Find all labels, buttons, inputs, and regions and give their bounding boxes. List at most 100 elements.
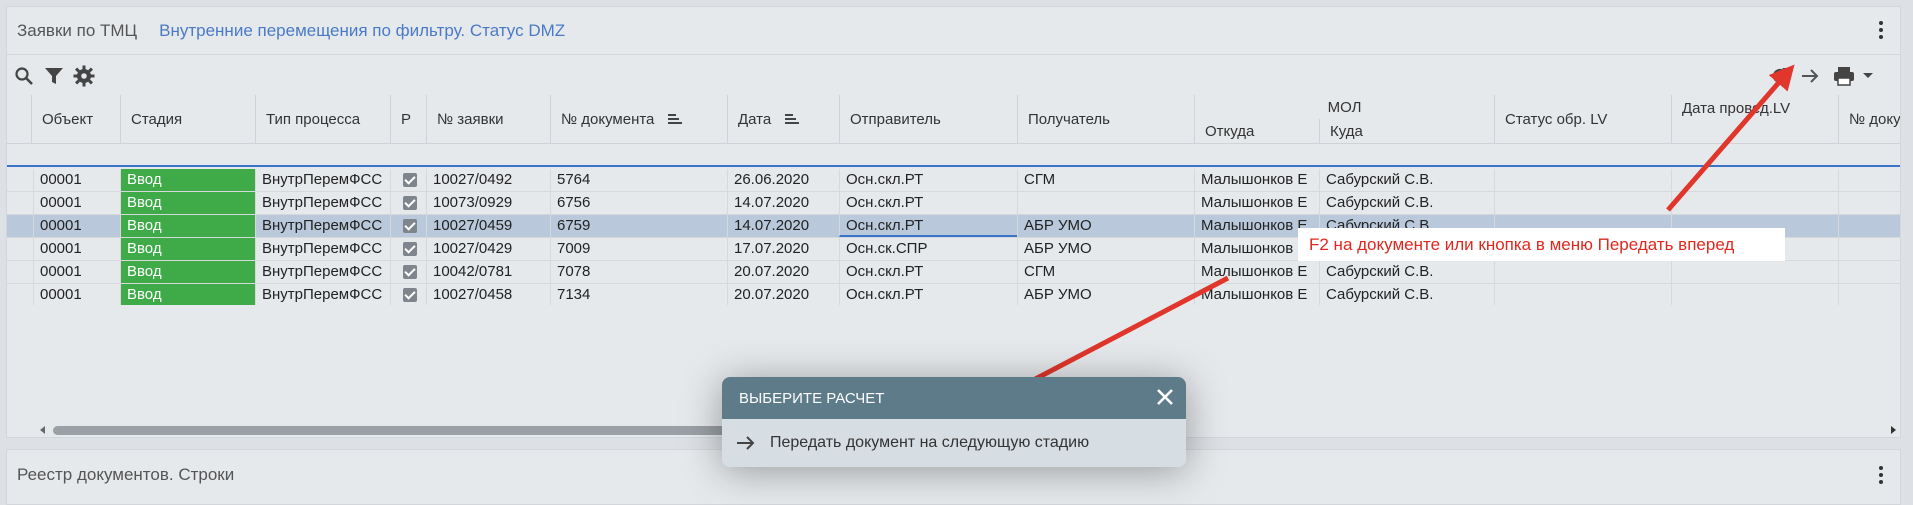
checkbox-checked-icon[interactable]	[403, 242, 417, 257]
cell-stage: Ввод	[120, 261, 255, 283]
cell-mol-from: Малышонков Е	[1194, 261, 1319, 283]
close-icon[interactable]	[1156, 388, 1174, 410]
cell-mol-from: Малышонков Е	[1194, 284, 1319, 305]
checkbox-checked-icon[interactable]	[403, 288, 417, 303]
chevron-down-icon[interactable]	[1857, 65, 1879, 87]
refresh-icon[interactable]	[1769, 65, 1791, 87]
checkbox-checked-icon[interactable]	[403, 265, 417, 280]
filter-row[interactable]	[7, 143, 1900, 167]
more-menu-icon[interactable]	[1878, 466, 1884, 486]
col-header-document-no[interactable]: № документа	[550, 95, 727, 143]
col-header-mol-from[interactable]: Откуда	[1194, 119, 1319, 143]
filter-icon[interactable]	[43, 65, 65, 87]
col-header-process-type[interactable]: Тип процесса	[255, 95, 390, 143]
checkbox-checked-icon[interactable]	[403, 219, 417, 234]
col-header-doc-no-cut[interactable]: № докум	[1838, 95, 1900, 143]
checkbox-checked-icon[interactable]	[403, 196, 417, 211]
cell-doc-no-cut	[1838, 261, 1900, 283]
col-header-object[interactable]: Объект	[31, 95, 120, 143]
dialog-header: ВЫБЕРИТЕ РАСЧЕТ	[722, 377, 1186, 419]
dialog-item-pass-forward[interactable]: Передать документ на следующую стадию	[722, 419, 1186, 467]
col-header-p[interactable]: Р	[390, 95, 426, 143]
col-header-mol: МОЛ	[1194, 95, 1494, 119]
cell-document-no: 7009	[550, 238, 727, 260]
cell-date: 14.07.2020	[727, 215, 839, 237]
col-header-date[interactable]: Дата	[727, 95, 839, 143]
cell-sender: Осн.скл.РТ	[839, 261, 1017, 283]
col-header-mol-to[interactable]: Куда	[1319, 119, 1494, 143]
sort-icon[interactable]	[785, 114, 800, 124]
cell-document-no: 7078	[550, 261, 727, 283]
cell-p	[390, 238, 426, 260]
checkbox-checked-icon[interactable]	[403, 173, 417, 188]
table-row[interactable]: 00001 Ввод ВнутрПеремФСС 10027/0492 5764 26.0…	[7, 169, 1900, 192]
cell-request-no: 10027/0458	[426, 284, 550, 305]
cell-request-no: 10027/0492	[426, 169, 550, 191]
search-icon[interactable]	[13, 65, 35, 87]
cell-lv-status	[1494, 261, 1671, 283]
arrow-right-icon	[736, 435, 756, 451]
requests-table: Объект Стадия Тип процесса Р № заявки № …	[7, 95, 1900, 305]
cell-stage: Ввод	[120, 192, 255, 214]
gear-icon[interactable]	[73, 65, 95, 87]
dialog-title: ВЫБЕРИТЕ РАСЧЕТ	[739, 389, 885, 407]
more-menu-icon[interactable]	[1878, 21, 1884, 41]
cell-recipient: АБР УМО	[1017, 238, 1194, 260]
cell-sender: Осн.скл.РТ	[839, 192, 1017, 214]
cell-lv-status	[1494, 284, 1671, 305]
cell-date: 20.07.2020	[727, 284, 839, 305]
cell-doc-no-cut	[1838, 169, 1900, 191]
cell-sender: Осн.скл.РТ	[839, 215, 1017, 237]
col-header-lv-status[interactable]: Статус обр. LV	[1494, 95, 1671, 143]
dialog-item-label: Передать документ на следующую стадию	[770, 434, 1090, 451]
bottom-panel-title: Реестр документов. Строки	[17, 465, 235, 484]
cell-stage: Ввод	[120, 215, 255, 237]
sort-icon[interactable]	[668, 114, 683, 124]
cell-request-no: 10027/0459	[426, 215, 550, 237]
toolbar	[7, 55, 1900, 95]
col-header-recipient[interactable]: Получатель	[1017, 95, 1194, 143]
panel-subtitle-link[interactable]: Внутренние перемещения по фильтру. Стату…	[159, 21, 565, 41]
cell-p	[390, 284, 426, 305]
cell-object: 00001	[33, 261, 120, 283]
cell-doc-no-cut	[1838, 284, 1900, 305]
cell-recipient	[1017, 192, 1194, 214]
scrollbar-thumb[interactable]	[53, 426, 733, 435]
cell-date: 26.06.2020	[727, 169, 839, 191]
cell-process-type: ВнутрПеремФСС	[255, 284, 390, 305]
table-row[interactable]: 00001 Ввод ВнутрПеремФСС 10073/0929 6756 14.0…	[7, 192, 1900, 215]
cell-posting-date	[1671, 192, 1838, 214]
cell-process-type: ВнутрПеремФСС	[255, 215, 390, 237]
cell-request-no: 10027/0429	[426, 238, 550, 260]
cell-posting-date	[1671, 261, 1838, 283]
col-header-sender[interactable]: Отправитель	[839, 95, 1017, 143]
cell-object: 00001	[33, 192, 120, 214]
col-header-posting-date[interactable]: Дата провед.LV	[1671, 95, 1838, 143]
cell-p	[390, 192, 426, 214]
cell-mol-to: Сабурский С.В.	[1319, 169, 1494, 191]
scroll-right-icon[interactable]	[1887, 424, 1899, 436]
cell-mol-to: Сабурский С.В.	[1319, 192, 1494, 214]
cell-mol-to: Сабурский С.В.	[1319, 261, 1494, 283]
panel-title: Заявки по ТМЦ	[17, 20, 138, 40]
col-header-stage[interactable]: Стадия	[120, 95, 255, 143]
cell-process-type: ВнутрПеремФСС	[255, 192, 390, 214]
arrow-right-icon[interactable]	[1799, 65, 1821, 87]
cell-document-no: 7134	[550, 284, 727, 305]
cell-document-no: 5764	[550, 169, 727, 191]
cell-sender: Осн.ск.СПР	[839, 238, 1017, 260]
choose-calc-dialog: ВЫБЕРИТЕ РАСЧЕТ Передать документ на сле…	[722, 377, 1186, 467]
cell-recipient: СГМ	[1017, 169, 1194, 191]
cell-date: 14.07.2020	[727, 192, 839, 214]
col-header-request-no[interactable]: № заявки	[426, 95, 550, 143]
cell-process-type: ВнутрПеремФСС	[255, 169, 390, 191]
cell-doc-no-cut	[1838, 215, 1900, 237]
cell-object: 00001	[33, 215, 120, 237]
scroll-left-icon[interactable]	[37, 424, 49, 436]
cell-process-type: ВнутрПеремФСС	[255, 261, 390, 283]
table-row[interactable]: 00001 Ввод ВнутрПеремФСС 10027/0458 7134 20.0…	[7, 284, 1900, 305]
print-icon[interactable]	[1833, 65, 1855, 87]
table-header: Объект Стадия Тип процесса Р № заявки № …	[7, 95, 1900, 167]
cell-date: 20.07.2020	[727, 261, 839, 283]
table-row[interactable]: 00001 Ввод ВнутрПеремФСС 10042/0781 7078 20.0…	[7, 261, 1900, 284]
